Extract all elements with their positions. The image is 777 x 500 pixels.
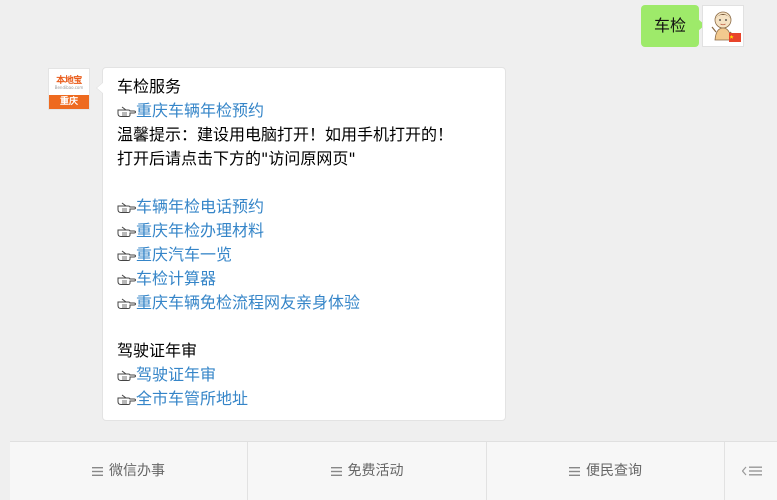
cartoon-user-avatar-icon (711, 11, 741, 42)
menu-item-label: 微信办事 (109, 463, 165, 479)
link-line[interactable]: 车检计算器 (117, 267, 493, 291)
menu-lines-icon (92, 467, 103, 476)
pointing-hand-icon (117, 202, 136, 213)
link-line[interactable]: 重庆车辆年检预约 (117, 99, 493, 123)
link-line[interactable]: 重庆车辆免检流程网友亲身体验 (117, 291, 493, 315)
section-title: 驾驶证年审 (117, 341, 198, 360)
outgoing-bubble: 车检 (640, 5, 706, 47)
tip-line: 温馨提示：建设用电脑打开！如用手机打开的！ (117, 125, 454, 144)
link-line[interactable]: 全市车管所地址 (117, 387, 493, 411)
pointing-hand-icon (117, 250, 136, 261)
pointing-hand-icon (117, 298, 136, 309)
link-text[interactable]: 重庆年检办理材料 (136, 221, 264, 240)
pointing-hand-icon (117, 370, 136, 381)
keyboard-toggle-button[interactable] (725, 442, 777, 500)
pointing-hand-icon (117, 226, 136, 237)
tip-line: 打开后请点击下方的"访问原网页" (117, 149, 356, 168)
menu-lines-icon (569, 467, 580, 476)
link-text[interactable]: 重庆车辆免检流程网友亲身体验 (136, 293, 360, 312)
link-text[interactable]: 全市车管所地址 (136, 389, 248, 408)
link-line[interactable]: 重庆年检办理材料 (117, 219, 493, 243)
link-line[interactable]: 车辆年检电话预约 (117, 195, 493, 219)
pointing-hand-icon (117, 274, 136, 285)
bottom-menu-bar: 微信办事 免费活动 便民查询 (10, 441, 777, 500)
user-avatar[interactable] (702, 5, 744, 47)
incoming-message-bubble: 车检服务 重庆车辆年检预约 温馨提示：建设用电脑打开！如用手机打开的！ 打开后请… (96, 67, 506, 421)
pointing-hand-icon (117, 106, 136, 117)
menu-item-wechat-services[interactable]: 微信办事 (10, 442, 248, 500)
avatar-city-text: 重庆 (49, 95, 89, 109)
pointing-hand-icon (117, 394, 136, 405)
menu-item-free-events[interactable]: 免费活动 (248, 442, 487, 500)
official-account-avatar[interactable]: 本地宝 Bendibao.com 重庆 (48, 68, 90, 110)
keyboard-toggle-icon (742, 466, 762, 476)
menu-lines-icon (330, 467, 342, 476)
menu-item-label: 免费活动 (347, 463, 404, 479)
service-title: 车检服务 (117, 77, 182, 96)
link-text[interactable]: 重庆汽车一览 (136, 245, 232, 264)
link-line[interactable]: 重庆汽车一览 (117, 243, 493, 267)
link-text[interactable]: 车辆年检电话预约 (136, 197, 264, 216)
menu-item-convenience-lookup[interactable]: 便民查询 (487, 442, 725, 500)
link-text[interactable]: 车检计算器 (136, 269, 216, 288)
link-line[interactable]: 驾驶证年审 (117, 363, 493, 387)
chat-area: 车检 本地宝 Bendibao.com 重庆 车检服务 重庆车辆年检预约 温馨提… (0, 0, 777, 440)
menu-item-label: 便民查询 (586, 463, 642, 479)
outgoing-text: 车检 (653, 16, 686, 35)
avatar-domain-text: Bendibao.com (54, 85, 84, 90)
link-text[interactable]: 驾驶证年审 (136, 365, 216, 384)
link-text[interactable]: 重庆车辆年检预约 (136, 101, 264, 120)
